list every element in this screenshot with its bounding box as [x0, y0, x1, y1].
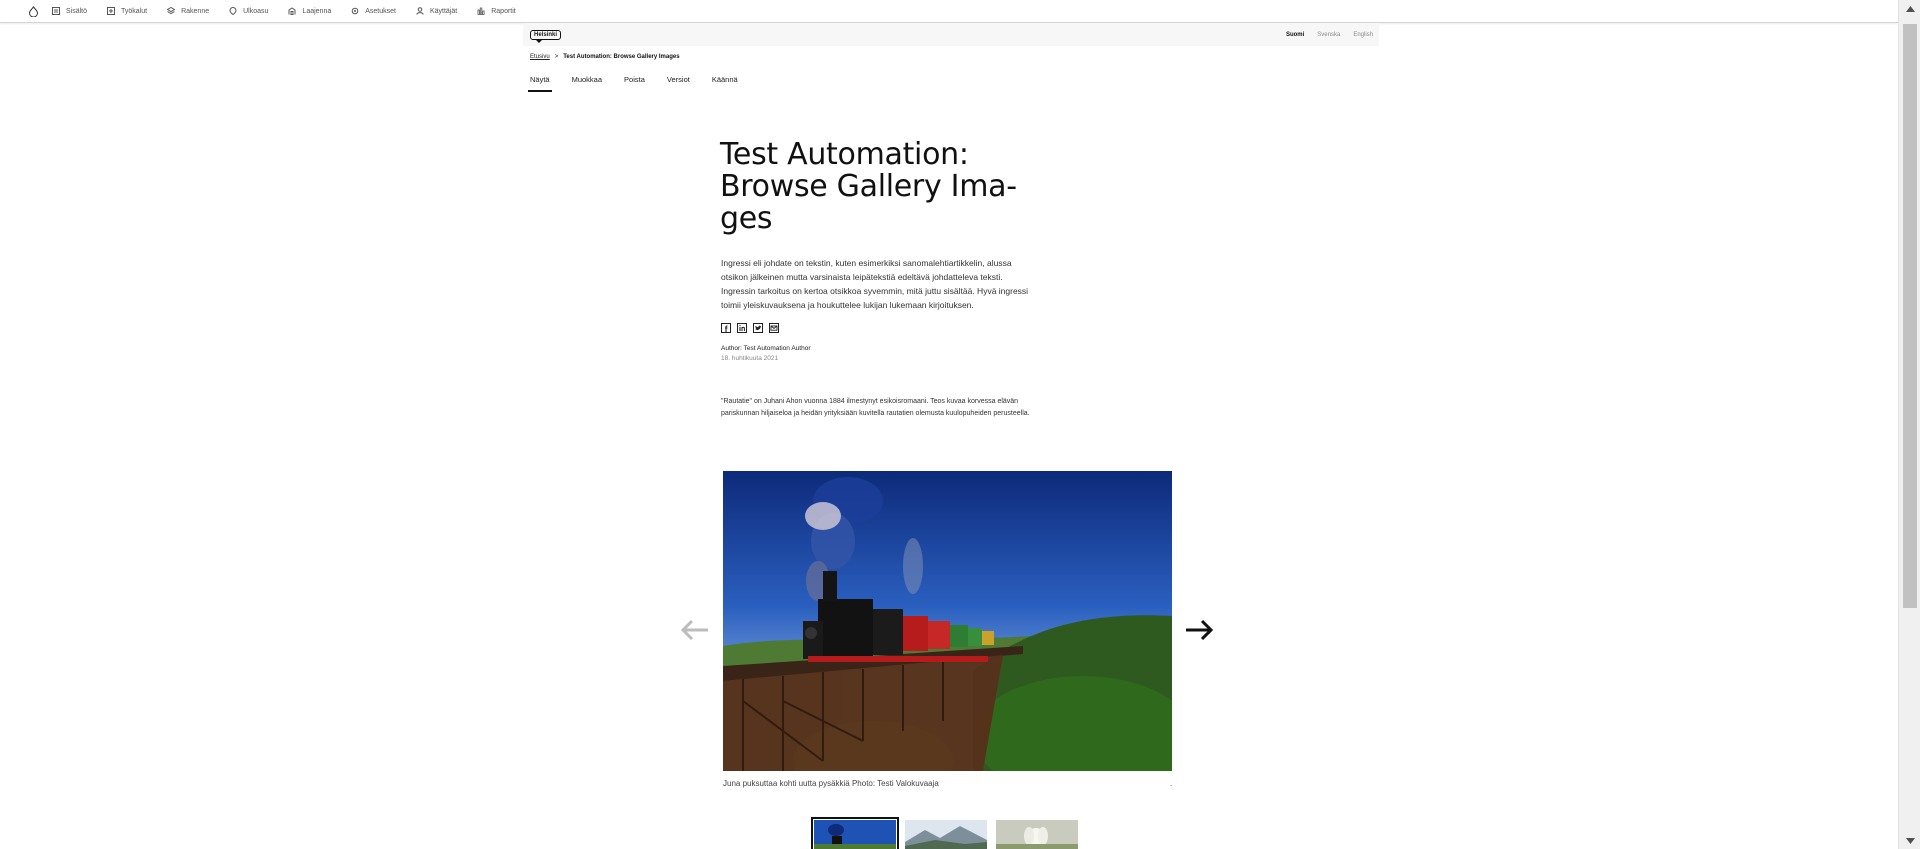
local-tasks-tabs: Näytä Muokkaa Poista Versiot Käännä — [528, 73, 740, 92]
arrow-left-icon — [680, 619, 708, 641]
toolbar-item-label: Raportit — [491, 7, 516, 15]
toolbar-item-label: Rakenne — [181, 7, 210, 15]
tab-delete[interactable]: Poista — [622, 73, 647, 92]
toolbar-item-label: Sisältö — [66, 7, 88, 15]
email-icon[interactable] — [769, 323, 779, 333]
extend-icon — [288, 7, 296, 15]
gallery-thumbnail-train[interactable] — [811, 817, 899, 849]
author-name: Author: Test Automation Author — [721, 345, 811, 352]
tab-translate[interactable]: Käännä — [710, 73, 740, 92]
tab-view[interactable]: Näytä — [528, 73, 552, 92]
toolbar-item-content[interactable]: Sisältö — [52, 7, 87, 15]
structure-icon — [167, 7, 176, 15]
toolbar-item-label: Työkalut — [121, 7, 148, 15]
language-link-fi[interactable]: Suomi — [1286, 32, 1304, 38]
gallery-thumbnails — [811, 817, 1078, 849]
toolbar-item-label: Asetukset — [365, 7, 396, 15]
article-lead: Ingressi eli johdate on tekstin, kuten e… — [721, 258, 1029, 310]
linkedin-icon[interactable] — [737, 323, 747, 333]
gallery-caption: Juna puksuttaa kohti uutta pysäkkiä Phot… — [723, 779, 939, 788]
gallery-thumbnail-mountains[interactable] — [905, 820, 987, 849]
article-meta: Author: Test Automation Author 18. huhti… — [721, 344, 811, 364]
language-switcher: Suomi Svenska English — [1286, 32, 1373, 38]
drupal-home-icon[interactable] — [26, 5, 40, 17]
admin-toolbar: Sisältö Työkalut Rakenne Ulkoasu Laajenn… — [0, 0, 1898, 23]
tools-icon — [107, 7, 116, 15]
arrow-right-icon — [1186, 619, 1214, 641]
breadcrumb: Etusivu > Test Automation: Browse Galler… — [530, 54, 680, 60]
toolbar-item-tools[interactable]: Työkalut — [107, 7, 147, 15]
scrollbar-thumb[interactable] — [1903, 24, 1917, 608]
breadcrumb-current: Test Automation: Browse Gallery Images — [563, 54, 680, 60]
vertical-scrollbar[interactable] — [1898, 0, 1920, 849]
toolbar-item-reports[interactable]: Raportit — [477, 7, 516, 15]
tab-edit[interactable]: Muokkaa — [570, 73, 604, 92]
toolbar-item-label: Laajennа — [302, 7, 332, 15]
article-body: "Rautatie" on Juhani Ahon vuonna 1884 il… — [721, 398, 1030, 417]
appearance-icon — [229, 7, 237, 15]
toolbar-item-settings[interactable]: Asetukset — [351, 7, 396, 15]
share-links — [721, 323, 779, 333]
breadcrumb-separator: > — [554, 54, 559, 60]
people-icon — [416, 7, 424, 15]
language-link-sv[interactable]: Svenska — [1317, 32, 1340, 38]
content-icon — [52, 7, 60, 15]
language-link-en[interactable]: English — [1353, 32, 1373, 38]
settings-icon — [351, 7, 359, 15]
toolbar-item-structure[interactable]: Rakenne — [167, 7, 209, 15]
facebook-icon[interactable] — [721, 323, 731, 333]
page-title: Test Automation: Browse Gallery Ima-ges — [720, 137, 1017, 236]
toolbar-item-people[interactable]: Käyttäjät — [416, 7, 457, 15]
gallery-main-image[interactable] — [723, 471, 1172, 771]
site-header: Helsinki Suomi Svenska English — [523, 23, 1379, 46]
twitter-icon[interactable] — [753, 323, 763, 333]
tab-revisions[interactable]: Versiot — [665, 73, 692, 92]
toolbar-item-appearance[interactable]: Ulkoasu — [229, 7, 268, 15]
scroll-up-arrow-icon[interactable] — [1899, 0, 1920, 17]
gallery-prev-button[interactable] — [678, 615, 712, 645]
gallery-next-button[interactable] — [1182, 615, 1216, 645]
gallery-thumbnail-flower[interactable] — [996, 820, 1078, 849]
helsinki-logo[interactable]: Helsinki — [530, 29, 562, 43]
toolbar-item-label: Käyttäjät — [429, 7, 458, 15]
toolbar-item-extend[interactable]: Laajennа — [288, 7, 331, 15]
gallery-caption-trailing: . — [1170, 779, 1173, 788]
breadcrumb-home-link[interactable]: Etusivu — [530, 54, 550, 60]
scroll-down-arrow-icon[interactable] — [1899, 832, 1920, 849]
publish-date: 18. huhtikuuta 2021 — [721, 355, 779, 362]
toolbar-item-label: Ulkoasu — [243, 7, 269, 15]
reports-icon — [477, 7, 485, 15]
